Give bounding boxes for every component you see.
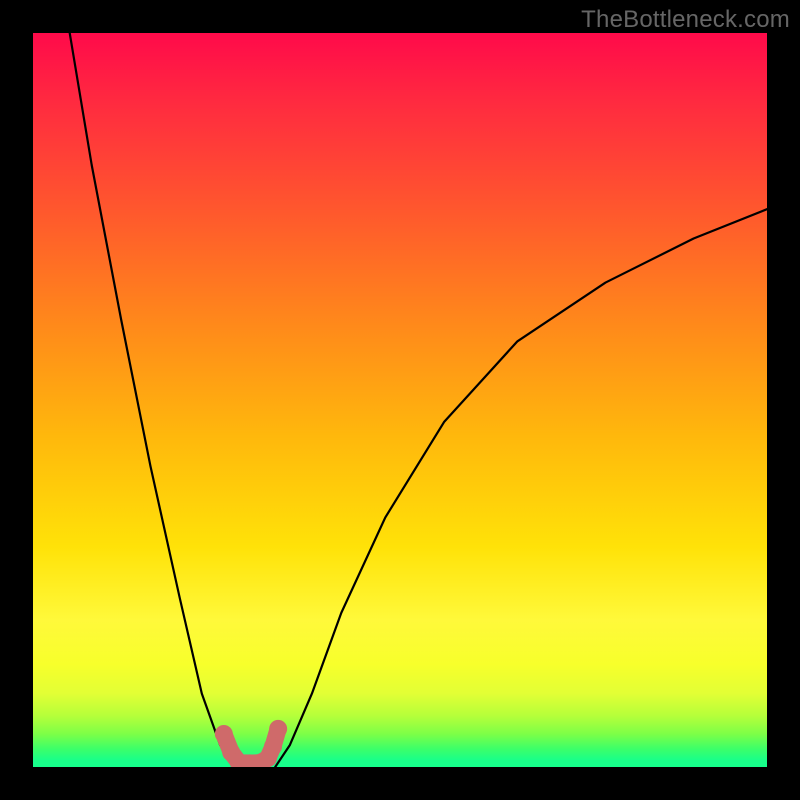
left-branch-path — [70, 33, 235, 767]
trough-marker — [215, 720, 287, 767]
right-branch-path — [275, 209, 767, 767]
curve-svg — [33, 33, 767, 767]
chart-frame: TheBottleneck.com — [0, 0, 800, 800]
watermark-text: TheBottleneck.com — [581, 6, 790, 34]
plot-area — [33, 33, 767, 767]
